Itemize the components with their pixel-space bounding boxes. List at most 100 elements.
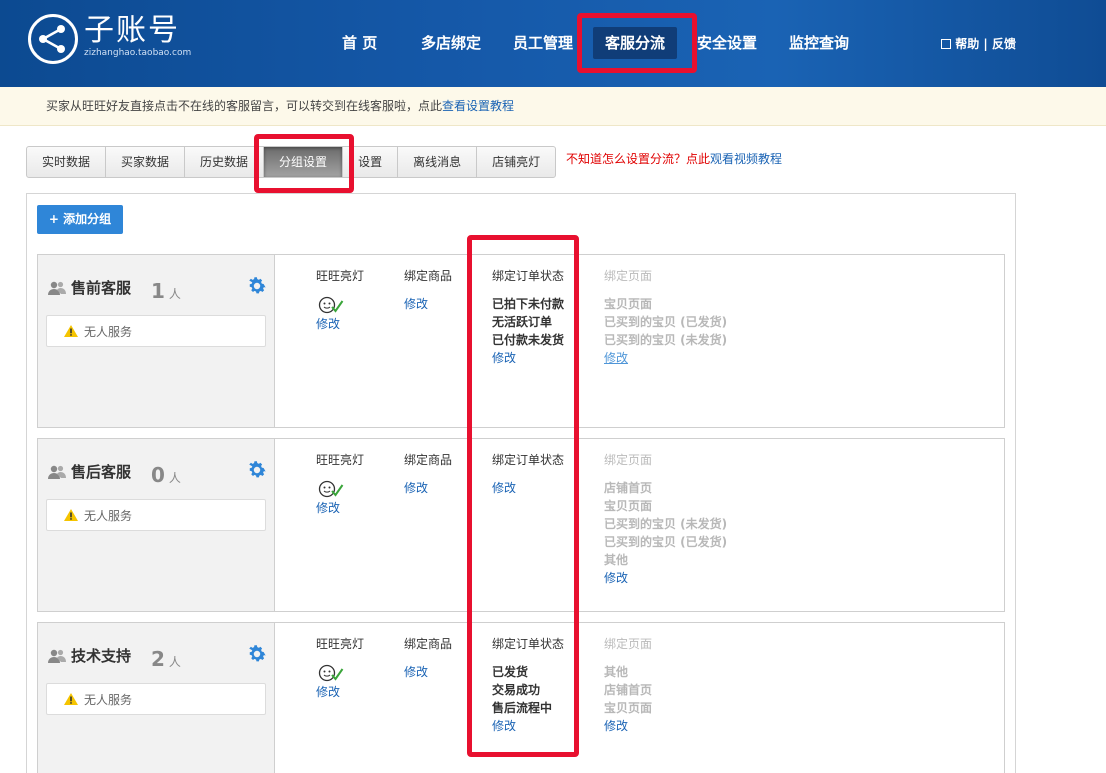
edit-goods-link[interactable]: 修改 [404,663,452,681]
bound-page-item: 已买到的宝贝 (未发货) [604,517,728,531]
logo[interactable]: 子账号 zizhanghao.taobao.com [28,14,191,64]
nav-staff[interactable]: 员工管理 [513,27,573,59]
notice-tutorial-link[interactable]: 查看设置教程 [442,99,514,113]
hint-text: 不知道怎么设置分流？点此 [566,152,711,166]
group-summary: 售后客服 0人 无人服务 [38,439,275,611]
add-group-button[interactable]: + 添加分组 [37,205,123,234]
highlight-nav-box [577,13,697,73]
member-count: 2人 [151,647,181,671]
wangwang-column: 旺旺亮灯 修改 [316,635,364,701]
edit-bound-page-link[interactable]: 修改 [604,569,727,587]
notice-bar: 买家从旺旺好友直接点击不在线的客服留言，可以转交到在线客服啦，点此查看设置教程 [0,87,1106,126]
gear-icon[interactable] [246,459,268,481]
video-tutorial-hint: 不知道怎么设置分流？点此观看视频教程 [566,150,782,167]
member-count-value: 1 [151,279,165,303]
member-count-value: 0 [151,463,165,487]
wangwang-header: 旺旺亮灯 [316,637,365,651]
no-service-notice: 无人服务 [46,683,266,715]
logo-subtitle: zizhanghao.taobao.com [84,48,192,58]
group-name: 售前客服 [71,279,132,297]
tab-realtime-data[interactable]: 实时数据 [27,147,107,177]
group-name: 技术支持 [71,647,132,665]
bound-page-column: 绑定页面 店铺首页 宝贝页面 已买到的宝贝 (未发货) 已买到的宝贝 (已发货) 其他 … [604,451,727,587]
bound-page-item: 已买到的宝贝 (未发货) [604,333,728,347]
edit-goods-link[interactable]: 修改 [404,295,452,313]
goods-header: 绑定商品 [404,637,453,651]
wangwang-online-icon [316,663,364,683]
no-service-text: 无人服务 [84,509,133,523]
bound-page-item: 其他 [604,665,629,679]
nav-security[interactable]: 安全设置 [697,27,757,59]
tab-store-light[interactable]: 店铺亮灯 [477,147,555,177]
nav-monitor[interactable]: 监控查询 [789,27,849,59]
gear-icon[interactable] [246,643,268,665]
wangwang-online-icon [316,295,364,315]
logo-icon [28,14,78,64]
people-icon [48,281,71,295]
goods-header: 绑定商品 [404,453,453,467]
wangwang-header: 旺旺亮灯 [316,269,365,283]
edit-wangwang-link[interactable]: 修改 [316,315,364,333]
bound-page-item: 宝贝页面 [604,297,653,311]
highlight-tab-box [254,134,354,193]
goods-column: 绑定商品 修改 [404,267,452,313]
member-count: 1人 [151,279,181,303]
group-title: 售前客服 [48,277,131,298]
nav-multi-store[interactable]: 多店绑定 [421,27,481,59]
bound-page-item: 宝贝页面 [604,499,653,513]
bound-page-item: 宝贝页面 [604,701,653,715]
wangwang-online-icon [316,479,364,499]
warning-icon [64,684,84,716]
wangwang-header: 旺旺亮灯 [316,453,365,467]
top-header: 子账号 zizhanghao.taobao.com 首 页 多店绑定 员工管理 … [0,0,1106,87]
edit-bound-page-link[interactable]: 修改 [604,717,652,735]
highlight-order-column-box [467,235,579,757]
bound-page-item: 其他 [604,553,629,567]
goods-column: 绑定商品 修改 [404,451,452,497]
group-summary: 售前客服 1人 无人服务 [38,255,275,427]
warning-icon [64,500,84,532]
notice-text: 买家从旺旺好友直接点击不在线的客服留言，可以转交到在线客服啦，点此 [46,99,443,113]
goods-column: 绑定商品 修改 [404,635,452,681]
group-title: 售后客服 [48,461,131,482]
member-count: 0人 [151,463,181,487]
bound-page-item: 店铺首页 [604,481,653,495]
wangwang-column: 旺旺亮灯 修改 [316,451,364,517]
bound-page-item: 店铺首页 [604,683,653,697]
no-service-notice: 无人服务 [46,315,266,347]
member-count-value: 2 [151,647,165,671]
logo-title: 子账号 [84,13,180,48]
goods-header: 绑定商品 [404,269,453,283]
group-summary: 技术支持 2人 无人服务 [38,623,275,773]
bound-page-header: 绑定页面 [604,453,653,467]
bound-page-item: 已买到的宝贝 (已发货) [604,315,728,329]
edit-wangwang-link[interactable]: 修改 [316,499,364,517]
bound-page-column: 绑定页面 宝贝页面已买到的宝贝 (已发货) 已买到的宝贝 (未发货) 修改 [604,267,727,367]
no-service-notice: 无人服务 [46,499,266,531]
bound-page-item: 已买到的宝贝 (已发货) [604,535,728,549]
member-count-unit: 人 [168,287,181,301]
no-service-text: 无人服务 [84,693,133,707]
video-tutorial-link[interactable]: 观看视频教程 [710,152,782,166]
warning-icon [64,316,84,348]
help-feedback-label: 帮助 | 反馈 [955,37,1016,51]
external-link-icon [941,39,952,49]
people-icon [48,465,71,479]
group-title: 技术支持 [48,645,131,666]
people-icon [48,649,71,663]
tab-history-data[interactable]: 历史数据 [185,147,265,177]
edit-bound-page-link[interactable]: 修改 [604,349,727,367]
tab-buyer-data[interactable]: 买家数据 [106,147,186,177]
bound-page-header: 绑定页面 [604,269,653,283]
help-feedback-link[interactable]: 帮助 | 反馈 [941,35,1016,52]
nav-home[interactable]: 首 页 [342,27,377,59]
member-count-unit: 人 [168,655,181,669]
wangwang-column: 旺旺亮灯 修改 [316,267,364,333]
member-count-unit: 人 [168,471,181,485]
no-service-text: 无人服务 [84,325,133,339]
edit-goods-link[interactable]: 修改 [404,479,452,497]
tab-offline-messages[interactable]: 离线消息 [398,147,478,177]
edit-wangwang-link[interactable]: 修改 [316,683,364,701]
gear-icon[interactable] [246,275,268,297]
bound-page-header: 绑定页面 [604,637,653,651]
